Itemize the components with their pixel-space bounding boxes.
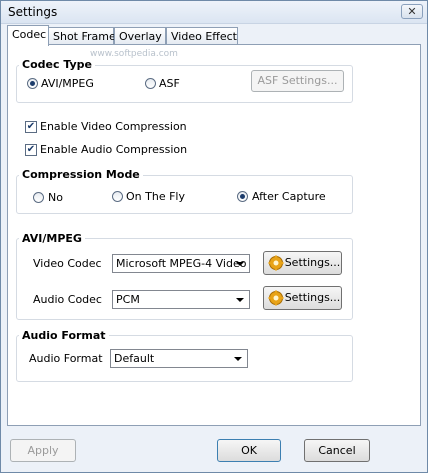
compression-no-label[interactable]: No	[48, 191, 63, 204]
audio-codec-settings-button[interactable]: Settings...	[263, 286, 342, 310]
enable-video-compression-checkbox[interactable]: ✔	[25, 121, 37, 133]
gear-icon	[268, 255, 284, 271]
audio-format-group-title: Audio Format	[19, 329, 109, 342]
audio-codec-settings-label: Settings...	[284, 291, 341, 304]
tab-overlay[interactable]: Overlay	[114, 27, 166, 45]
asf-radio[interactable]	[145, 78, 156, 89]
window-title: Settings	[8, 5, 58, 19]
chevron-down-icon	[234, 357, 242, 361]
tab-video-effect-label: Video Effect	[171, 30, 237, 43]
tab-overlay-label: Overlay	[119, 30, 162, 43]
audio-codec-label: Audio Codec	[33, 293, 102, 306]
tab-shot-frame-label: Shot Frame	[53, 30, 116, 43]
codec-type-title: Codec Type	[19, 58, 96, 71]
ok-button[interactable]: OK	[217, 439, 281, 462]
tab-codec-label: Codec	[12, 28, 47, 41]
compression-after-capture-radio[interactable]	[237, 191, 248, 202]
audio-format-value: Default	[114, 352, 155, 365]
asf-settings-button[interactable]: ASF Settings...	[251, 70, 344, 92]
checkmark-icon: ✔	[26, 144, 36, 155]
checkmark-icon: ✔	[26, 121, 36, 132]
gear-icon	[268, 290, 284, 306]
watermark: www.softpedia.com	[90, 49, 178, 59]
codec-tab-panel: www.softpedia.com Codec Type AVI/MPEG AS…	[7, 44, 421, 426]
audio-codec-select[interactable]: PCM	[112, 290, 250, 309]
audio-format-select[interactable]: Default	[110, 349, 248, 368]
tab-shot-frame[interactable]: Shot Frame	[48, 27, 116, 45]
enable-video-compression-label[interactable]: Enable Video Compression	[40, 120, 187, 133]
audio-codec-value: PCM	[116, 293, 140, 306]
compression-on-the-fly-label[interactable]: On The Fly	[126, 190, 185, 203]
close-button[interactable]: ✕	[401, 4, 423, 19]
enable-audio-compression-checkbox[interactable]: ✔	[25, 144, 37, 156]
avi-mpeg-radio[interactable]	[27, 78, 38, 89]
apply-button[interactable]: Apply	[10, 439, 76, 462]
close-icon: ✕	[407, 5, 417, 18]
video-codec-label: Video Codec	[33, 257, 102, 270]
avi-mpeg-group-title: AVI/MPEG	[19, 232, 85, 245]
asf-label[interactable]: ASF	[159, 77, 180, 90]
video-codec-value: Microsoft MPEG-4 Video	[116, 257, 247, 270]
title-bar[interactable]: Settings ✕	[1, 1, 427, 24]
chevron-down-icon	[236, 262, 244, 266]
video-codec-settings-label: Settings...	[284, 256, 341, 269]
compression-after-capture-label[interactable]: After Capture	[252, 190, 326, 203]
cancel-button[interactable]: Cancel	[304, 439, 370, 462]
dialog-footer: Apply OK Cancel	[1, 427, 427, 472]
avi-mpeg-label[interactable]: AVI/MPEG	[41, 77, 94, 90]
compression-no-radio[interactable]	[33, 192, 44, 203]
tab-codec[interactable]: Codec	[7, 25, 49, 46]
video-codec-settings-button[interactable]: Settings...	[263, 251, 342, 275]
chevron-down-icon	[236, 298, 244, 302]
settings-window: Settings ✕ Codec Shot Frame Overlay Vide…	[0, 0, 428, 473]
enable-audio-compression-label[interactable]: Enable Audio Compression	[40, 143, 187, 156]
video-codec-select[interactable]: Microsoft MPEG-4 Video	[112, 254, 250, 273]
audio-format-label: Audio Format	[29, 352, 103, 365]
tab-video-effect[interactable]: Video Effect	[166, 27, 238, 45]
compression-on-the-fly-radio[interactable]	[112, 191, 123, 202]
compression-mode-title: Compression Mode	[19, 168, 143, 181]
